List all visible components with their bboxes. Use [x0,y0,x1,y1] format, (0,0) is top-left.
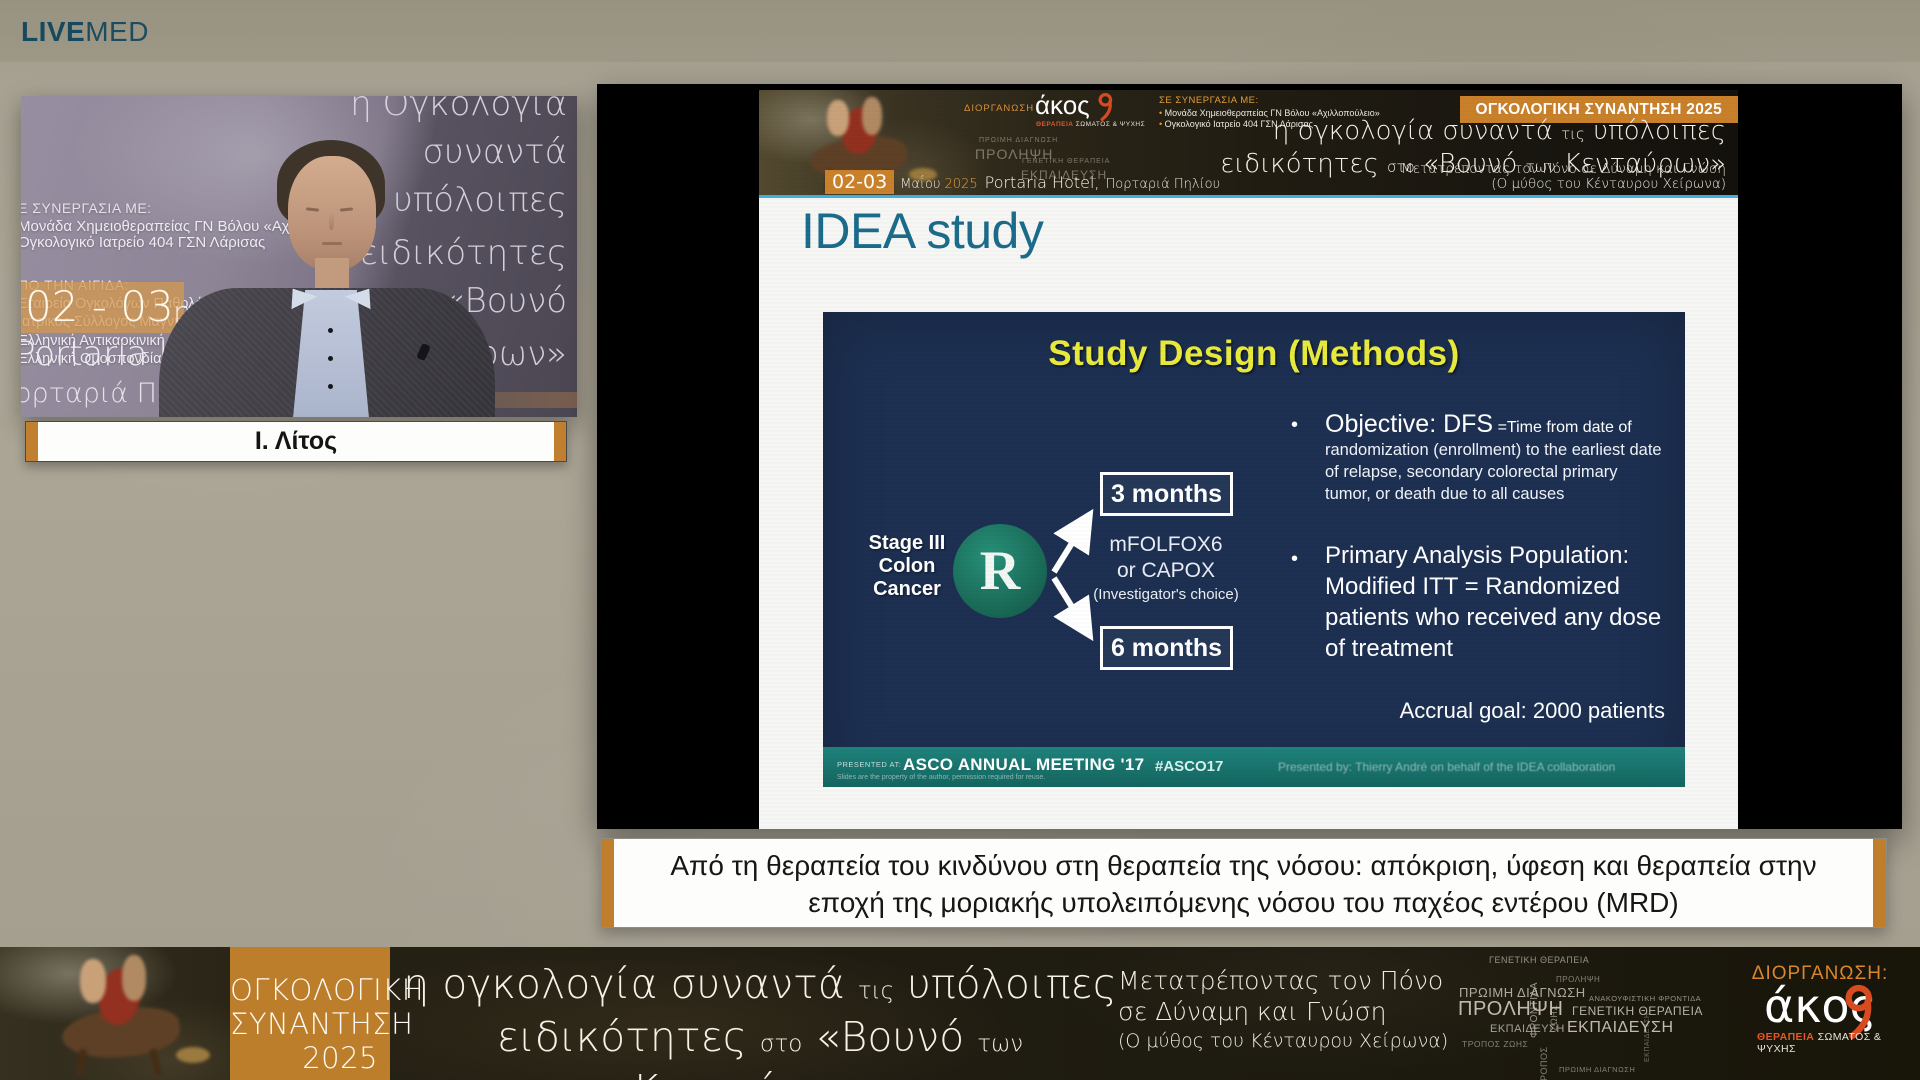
asco-presented-by: Presented by: Thierry André on behalf of… [1278,760,1673,774]
arm-6-months: 6 months [1100,626,1233,670]
banner-partnership-heading: ΣΕ ΣΥΝΕΡΓΑΣΙΑ ΜΕ: [1159,95,1380,106]
footer-meeting-badge: ΟΓΚΟΛΟΓΙΚΗ ΣΥΝΑΝΤΗΣΗ 2025 [230,947,390,1080]
regimen-label: mFOLFOX6 or CAPOX (Investigator's choice… [1081,532,1251,606]
painting-figure [80,959,106,1003]
shirt-button [328,328,333,333]
slide-conference-banner: ΠΡΟΛΗΨΗ ΕΚΠΑΙΔΕΥΣΗ ΓΕΝΕΤΙΚΗ ΘΕΡΑΠΕΙΑ ΠΡΩ… [759,90,1738,195]
webinar-screen: LIVEMED η Ογκολογία συναντά τις υπόλοιπε… [0,0,1920,1080]
wordcloud-word: ΤΡΟΠΟΣ ΖΩΗΣ [1462,1039,1528,1049]
painting-figure [862,97,882,135]
wordcloud-word: ΑΝΑΚΟΥΦΙΣΤΙΚΗ ΦΡΟΝΤΙΔΑ [1589,994,1701,1003]
painting-figure [122,955,146,1001]
livemed-logo-med: MED [85,16,149,47]
arm-3-months: 3 months [1100,472,1233,516]
slide-title: IDEA study [801,202,1043,260]
banner-date-year: 2025 [945,177,978,192]
speaker-video[interactable]: η Ογκολογία συναντά τις υπόλοιπες ειδικό… [21,96,577,417]
painting-tiger-figure [176,1047,210,1063]
speaker-eye [306,207,319,211]
conference-footer-banner: ΟΓΚΟΛΟΓΙΚΗ ΣΥΝΑΝΤΗΣΗ 2025 η ογκολογία συ… [0,947,1920,1080]
objective-bullet: • Objective: DFS =Time from date of rand… [1325,410,1693,505]
banner-venue-greek: Πορταριά Πηλίου [1106,177,1221,192]
wordcloud-word: ΖΩΗΣ [1549,1005,1559,1031]
top-band [0,0,1920,62]
wordcloud-word: ΠΡΩΙΜΗ ΔΙΑΓΝΩΣΗ [1559,1065,1635,1074]
presented-at-label: PRESENTED AT: [837,760,901,769]
speaker-nameplate: Ι. Λίτος [25,421,567,462]
banner-title-line: η ογκολογία συναντά τις υπόλοιπες [1220,116,1726,149]
speaker-shirt [293,290,369,417]
banner-subtitle-line: Μετατρέποντας τον Πόνο σε Δύναμη και Γνώ… [1401,162,1726,177]
asco-meeting-title: ASCO ANNUAL MEETING '17 [903,755,1144,775]
footer-title-line: η ογκολογία συναντά τις υπόλοιπες [395,961,1125,1014]
footer-conference-title: η ογκολογία συναντά τις υπόλοιπες ειδικό… [395,947,1125,1080]
presentation-frame: ΠΡΟΛΗΨΗ ΕΚΠΑΙΔΕΥΣΗ ΓΕΝΕΤΙΚΗ ΘΕΡΑΠΕΙΑ ΠΡΩ… [597,84,1902,829]
objective-line: randomization (enrollment) to the earlie… [1325,439,1693,461]
analysis-line: patients who received any dose [1325,602,1693,633]
wordcloud-word: ΓΕΝΕΤΙΚΗ ΘΕΡΑΠΕΙΑ [1572,1004,1703,1018]
wordcloud-word: ΓΕΝΕΤΙΚΗ ΘΕΡΑΠΕΙΑ [1489,955,1589,965]
accrual-goal: Accrual goal: 2000 patients [1400,698,1665,724]
asco-permission-note: Slides are the property of the author, p… [837,774,1045,781]
painting-horse-leg [149,1049,162,1076]
analysis-line: of treatment [1325,633,1693,664]
livemed-logo-live: LIVE [21,16,85,47]
asco-hashtag: #ASCO17 [1155,758,1223,775]
banner-date-box: 02-03 [825,170,894,194]
footer-subtitle: Μετατρέποντας τον Πόνο σε Δύναμη και Γνώ… [1118,965,1448,1055]
banner-date-venue: 02-03 Μαΐου 2025 Portaria Hotel, Πορταριά Πη… [825,170,1220,194]
painting-figure [827,100,849,136]
akos-logo-tagline: ΘΕΡΑΠΕΙΑ ΣΩΜΑΤΟΣ & ΨΥΧΗΣ [1036,121,1145,128]
wordcloud-word: ΕΚΠΑΙΔΕΥΣΗ [1644,1013,1651,1062]
akos-logo: άκος [1035,90,1090,121]
banner-venue: Portaria Hotel, [985,173,1100,192]
wordcloud-word: ΕΚΠΑΙΔΕΥΣΗ [1567,1019,1674,1037]
speaker-name: Ι. Λίτος [255,427,337,456]
speaker-mouth [322,242,342,245]
study-design-diagram: Study Design (Methods) Stage III Colon C… [823,312,1685,787]
wordcloud-word: ΦΡΟΝΤΙΔΑ [1529,982,1540,1038]
presentation-slide: ΠΡΟΛΗΨΗ ΕΚΠΑΙΔΕΥΣΗ ΓΕΝΕΤΙΚΗ ΘΕΡΑΠΕΙΑ ΠΡΩ… [759,90,1738,829]
footer-akos-tagline: ΘΕΡΑΠΕΙΑ ΣΩΜΑΤΟΣ & ΨΥΧΗΣ [1757,1031,1920,1055]
speaker-eye [340,207,353,211]
analysis-population-bullet: • Primary Analysis Population: Modified … [1325,540,1693,664]
speaker-person [21,96,577,417]
caption-line: Από τη θεραπεία του κινδύνου στη θεραπεί… [601,848,1886,884]
shirt-button [328,384,333,389]
shirt-button [328,356,333,361]
akos-logo-swoosh-icon [1095,92,1117,122]
speaker-face [288,156,376,270]
banner-watermark-word: ΓΕΝΕΤΙΚΗ ΘΕΡΑΠΕΙΑ [1022,158,1110,165]
analysis-line: Primary Analysis Population: [1325,540,1693,571]
footer-centaur-painting [0,947,230,1080]
asco-footer-bar: PRESENTED AT: ASCO ANNUAL MEETING '17 #A… [823,747,1685,787]
objective-line: tumor, or death due to all causes [1325,483,1693,505]
banner-divider-rule [759,195,1738,198]
banner-watermark-word: ΠΡΩΙΜΗ ΔΙΑΓΝΩΣΗ [979,137,1058,144]
banner-subtitle-line: (Ο μύθος του Κένταυρου Χείρωνα) [1401,177,1726,192]
banner-date-month: Μαΐου [900,177,940,192]
objective-line: of relapse, secondary colorectal primary [1325,461,1693,483]
banner-organizer-label: ΔΙΟΡΓΑΝΩΣΗ [964,103,1034,114]
wordcloud-word: ΠΡΟΛΗΨΗ [1458,998,1563,1021]
footer-title-line: ειδικότητες στο «Βουνό των Κενταύρων» [395,1014,1125,1080]
session-title-caption: Από τη θεραπεία του κινδύνου στη θεραπεί… [600,838,1887,928]
wordcloud-word: ΤΡΟΠΟΣ [1539,1046,1549,1080]
caption-line: εποχή της μοριακής υπολειπόμενης νόσου τ… [601,884,1886,922]
analysis-line: Modified ITT = Randomized [1325,571,1693,602]
objective-lead-line: Objective: DFS =Time from date of [1325,410,1693,439]
speaker-nose [329,212,334,230]
wordcloud-word: ΠΡΟΛΗΨΗ [1556,975,1600,984]
banner-subtitle: Μετατρέποντας τον Πόνο σε Δύναμη και Γνώ… [1401,162,1726,192]
livemed-logo: LIVEMED [21,16,149,48]
